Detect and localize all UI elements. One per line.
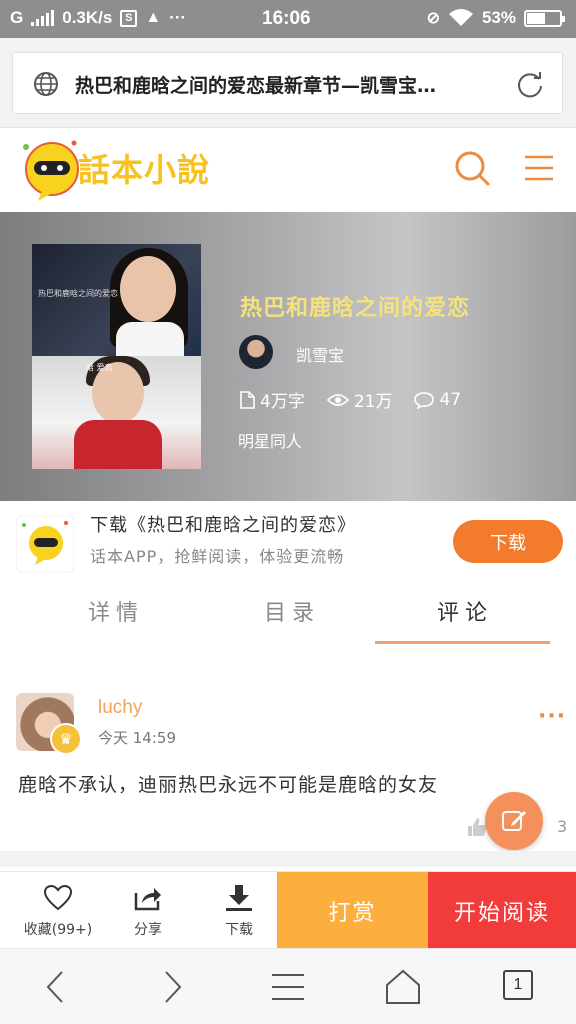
reload-icon[interactable] (515, 69, 545, 99)
favorite-label: 收藏(99+) (23, 921, 93, 938)
search-icon[interactable] (453, 149, 491, 187)
cover-face (120, 256, 176, 322)
tab-bar: 详情 目录 评论 (0, 583, 576, 645)
site-header: 話本小說 (0, 129, 576, 212)
word-count-value: 4万字 (260, 392, 305, 412)
menu-lines-icon[interactable] (268, 967, 308, 1007)
eye-icon (326, 393, 349, 406)
mute-icon: ⊘ (426, 10, 440, 27)
status-left: G 0.3K/s S ▲ ··· (10, 8, 186, 28)
favorite-button[interactable]: 收藏(99+) (12, 872, 104, 949)
heart-icon (43, 884, 73, 910)
comment-icon (414, 391, 435, 409)
comment-text: 鹿晗不承认，迪丽热巴永远不可能是鹿晗的女友 (18, 774, 439, 796)
status-right: ⊘ 53% (426, 8, 565, 28)
status-bar: G 0.3K/s S ▲ ··· 16:06 ⊘ 53% (0, 0, 576, 38)
app-logo-icon (16, 515, 74, 573)
share-button[interactable]: 分享 (102, 872, 194, 949)
logo-mascot-icon[interactable] (18, 137, 80, 203)
reward-button[interactable]: 打赏 (277, 872, 428, 949)
browser-toolbar: 热巴和鹿晗之间的爱恋最新章节—凯雪宝… (0, 38, 576, 128)
comment-time: 今天 14:59 (98, 729, 176, 747)
wifi-icon (448, 9, 473, 26)
crown-icon: ♛ (50, 723, 82, 755)
document-icon (240, 390, 255, 409)
comment-count-value: 47 (439, 389, 462, 410)
tab-catalog[interactable]: 目录 (264, 595, 320, 627)
download-title: 下载《热巴和鹿晗之间的爱恋》 (90, 515, 356, 536)
book-cover[interactable]: 热巴和鹿晗之间的爱恋 晗 爱恋 (32, 244, 201, 469)
cover-jacket (116, 322, 184, 356)
network-speed: 0.3K/s (62, 8, 113, 27)
download-subtitle: 话本APP，抢鲜阅读，体验更流畅 (90, 547, 345, 566)
status-time: 16:06 (262, 8, 311, 29)
author-avatar[interactable] (239, 335, 273, 369)
cover-caption-top: 热巴和鹿晗之间的爱恋 (38, 289, 118, 298)
word-count: 4万字 (240, 387, 305, 412)
view-count-value: 21万 (353, 392, 393, 412)
download-action-button[interactable]: 下载 (193, 872, 285, 949)
download-button[interactable]: 下载 (453, 520, 563, 563)
address-bar[interactable]: 热巴和鹿晗之间的爱恋最新章节—凯雪宝… (12, 52, 563, 114)
system-navigation-bar (0, 948, 576, 1024)
start-reading-button[interactable]: 开始阅读 (428, 872, 576, 949)
comment-count: 47 (414, 387, 461, 412)
battery-icon (524, 9, 565, 27)
section-divider (0, 851, 576, 867)
book-title: 热巴和鹿晗之间的爱恋 (240, 295, 471, 321)
battery-percent: 53% (481, 8, 516, 27)
menu-icon[interactable] (523, 153, 555, 183)
reply-count: 3 (557, 817, 568, 836)
download-icon (226, 884, 252, 911)
qq-icon: ▲ (145, 9, 162, 26)
book-action-bar: 收藏(99+) 分享 下载 打赏 开始阅读 (0, 871, 576, 949)
commenter-name[interactable]: luchy (98, 697, 142, 719)
write-comment-button[interactable] (485, 792, 543, 850)
globe-icon (34, 72, 58, 96)
book-stats: 4万字 21万 47 (240, 387, 461, 412)
cover-jacket (74, 420, 162, 469)
book-hero: 热巴和鹿晗之间的爱恋 晗 爱恋 热巴和鹿晗之间的爱恋 凯雪宝 4万字 21万 4… (0, 212, 576, 501)
book-genre[interactable]: 明星同人 (238, 428, 302, 452)
active-tab-indicator (375, 641, 550, 644)
back-icon[interactable] (36, 967, 76, 1007)
signal-icon (31, 10, 55, 26)
app-download-banner: 下载《热巴和鹿晗之间的爱恋》 话本APP，抢鲜阅读，体验更流畅 下载 (0, 501, 576, 583)
edit-icon (502, 811, 526, 831)
forward-icon[interactable] (152, 967, 192, 1007)
more-notifications-icon: ··· (169, 8, 187, 27)
home-icon[interactable] (383, 967, 423, 1007)
page-title[interactable]: 热巴和鹿晗之间的爱恋最新章节—凯雪宝… (75, 71, 495, 98)
author-name[interactable]: 凯雪宝 (296, 342, 344, 366)
carrier-label: G (10, 8, 24, 27)
more-options-icon[interactable]: ··· (538, 704, 566, 729)
tab-switcher-button[interactable]: 1 (503, 970, 533, 1000)
cover-caption-bottom: 晗 爱恋 (86, 363, 113, 372)
share-label: 分享 (134, 921, 162, 938)
tab-comments[interactable]: 评论 (437, 595, 493, 627)
download-action-label: 下载 (225, 921, 253, 938)
site-logo-text[interactable]: 話本小說 (78, 145, 210, 191)
view-count: 21万 (326, 387, 393, 412)
tab-details[interactable]: 详情 (88, 595, 144, 627)
share-icon (134, 887, 161, 910)
screenshot-icon: S (120, 9, 138, 27)
